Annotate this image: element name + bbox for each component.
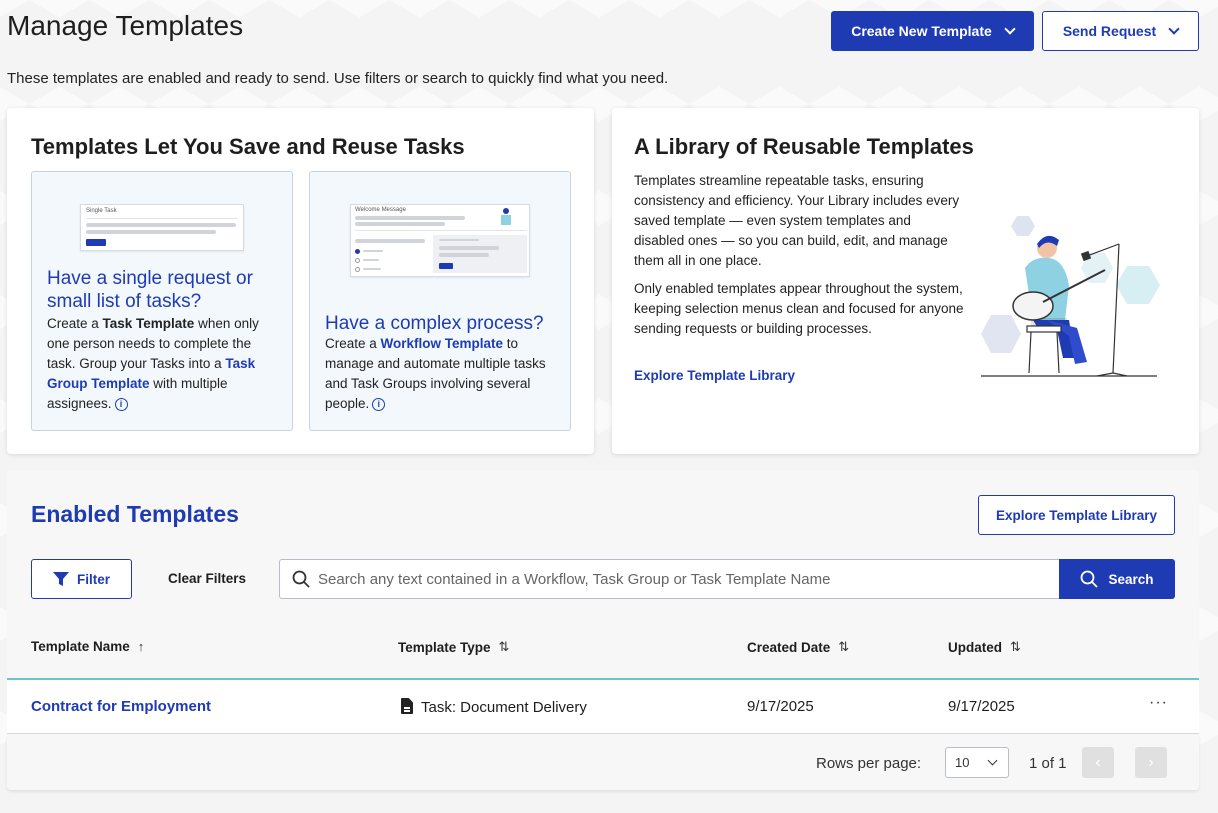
chevron-down-icon <box>1168 23 1180 35</box>
sort-asc-icon: ↑ <box>137 639 145 654</box>
next-page-button[interactable]: › <box>1135 747 1167 778</box>
page-title: Manage Templates <box>7 10 244 41</box>
sort-both-icon: ⇅ <box>498 639 510 654</box>
pagination-bar: Rows per page: 10 1 of 1 ‹ › <box>7 735 1199 790</box>
send-request-label: Send Request <box>1062 23 1157 39</box>
search-button[interactable]: Search <box>1059 559 1175 599</box>
filter-icon <box>52 572 69 586</box>
search-input[interactable] <box>310 570 1060 588</box>
explore-library-link[interactable]: Explore Template Library <box>634 368 795 383</box>
previous-page-button[interactable]: ‹ <box>1082 747 1114 778</box>
document-icon <box>401 698 413 714</box>
search-field[interactable] <box>279 559 1060 599</box>
single-task-illustration: Single Task <box>80 204 244 251</box>
workflow-template-link[interactable]: Workflow Template <box>381 336 504 351</box>
rows-per-page-value: 10 <box>955 755 970 770</box>
library-paragraph-2: Only enabled templates appear throughout… <box>634 281 964 336</box>
explore-template-library-button[interactable]: Explore Template Library <box>978 495 1175 535</box>
enabled-templates-panel: Enabled Templates Explore Template Libra… <box>7 470 1199 790</box>
template-name-link[interactable]: Contract for Employment <box>31 698 211 715</box>
chevron-down-icon <box>987 755 998 766</box>
create-new-template-label: Create New Template <box>851 23 992 39</box>
chevron-right-icon: › <box>1148 753 1154 771</box>
chevron-left-icon: ‹ <box>1095 753 1101 771</box>
sort-both-icon: ⇅ <box>838 639 850 654</box>
rows-per-page-select[interactable]: 10 <box>945 747 1009 778</box>
more-icon[interactable]: ··· <box>1149 694 1168 712</box>
template-type-cell: Task: Document Delivery <box>401 698 587 716</box>
library-card: A Library of Reusable Templates Template… <box>612 108 1199 454</box>
create-new-template-button[interactable]: Create New Template <box>831 11 1034 51</box>
search-icon <box>1081 570 1099 588</box>
templates-info-title: Templates Let You Save and Reuse Tasks <box>31 134 465 159</box>
info-icon[interactable]: i <box>372 397 386 411</box>
clear-filters-button[interactable]: Clear Filters <box>168 571 246 586</box>
column-header-template-type[interactable]: Template Type ⇅ <box>398 639 509 655</box>
page-subtitle: These templates are enabled and ready to… <box>7 70 669 87</box>
rows-per-page-label: Rows per page: <box>816 755 922 772</box>
single-task-text: Create a Task Template when only one per… <box>47 316 259 411</box>
table-row[interactable]: Contract for Employment Task: Document D… <box>7 678 1199 734</box>
updated-date-cell: 9/17/2025 <box>948 698 1015 715</box>
task-template-term: Task Template <box>102 316 195 331</box>
workflow-heading: Have a complex process? <box>325 313 544 334</box>
guitarist-illustration <box>981 216 1160 377</box>
single-task-tile: Single Task Have a single request or sma… <box>31 171 293 431</box>
workflow-tile: Welcome Message Have a complex process? <box>309 171 571 431</box>
created-date-cell: 9/17/2025 <box>747 698 814 715</box>
search-button-label: Search <box>1108 571 1154 587</box>
column-header-template-name[interactable]: Template Name ↑ <box>31 639 144 654</box>
filter-label: Filter <box>76 571 110 587</box>
enabled-templates-title: Enabled Templates <box>31 501 239 527</box>
workflow-text: Create a Workflow Template to manage and… <box>325 336 546 411</box>
search-icon <box>292 570 310 588</box>
page-info: 1 of 1 <box>1029 755 1067 772</box>
info-icon[interactable]: i <box>114 397 128 411</box>
mock-title: Welcome Message <box>355 207 406 213</box>
send-request-button[interactable]: Send Request <box>1042 11 1199 51</box>
column-header-updated[interactable]: Updated ⇅ <box>948 639 1021 655</box>
templates-info-card: Templates Let You Save and Reuse Tasks S… <box>7 108 594 454</box>
sort-both-icon: ⇅ <box>1010 639 1021 654</box>
chevron-down-icon <box>1004 23 1016 35</box>
mock-title: Single Task <box>86 208 117 214</box>
library-paragraph-1: Templates streamline repeatable tasks, e… <box>634 173 960 268</box>
column-header-created-date[interactable]: Created Date ⇅ <box>747 639 849 655</box>
library-title: A Library of Reusable Templates <box>634 134 974 159</box>
filter-button[interactable]: Filter <box>31 559 132 599</box>
workflow-illustration: Welcome Message <box>350 204 530 277</box>
single-task-heading: Have a single request or small list of t… <box>47 268 253 312</box>
